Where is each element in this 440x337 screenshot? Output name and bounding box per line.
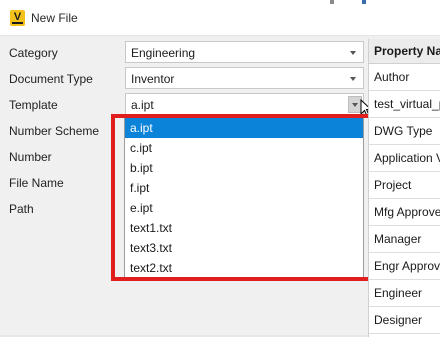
property-row[interactable]: Author [369,64,440,91]
app-icon-letter: V [13,11,22,23]
property-row[interactable]: Application V [369,145,440,172]
property-name-header[interactable]: Property Na [369,39,440,64]
category-select[interactable]: Engineering [125,41,364,63]
property-row[interactable]: DWG Type [369,118,440,145]
label-number-scheme: Number Scheme [9,124,100,138]
document-type-select[interactable]: Inventor [125,67,364,89]
chevron-down-icon[interactable] [347,73,359,85]
property-row[interactable]: test_virtual_p [369,91,440,118]
property-row[interactable]: Designer [369,307,440,334]
annotation-highlight-box [111,114,375,281]
label-document-type: Document Type [9,72,93,86]
property-row[interactable]: Project [369,172,440,199]
template-select[interactable]: a.ipt [125,93,364,115]
property-row[interactable]: Engr Approve [369,253,440,280]
chevron-down-icon[interactable] [347,47,359,59]
property-row[interactable]: Engineer [369,280,440,307]
title-bar-mark [330,0,380,4]
document-type-value: Inventor [131,72,175,86]
property-row[interactable]: Manager [369,226,440,253]
vault-app-icon: V [10,10,25,26]
label-category: Category [9,46,58,60]
label-path: Path [9,202,34,216]
window-title: New File [31,11,78,25]
template-value: a.ipt [131,98,154,112]
label-file-name: File Name [9,176,64,190]
label-template: Template [9,98,58,112]
category-value: Engineering [131,46,196,60]
label-number: Number [9,150,52,164]
property-row[interactable]: Mfg Approve [369,199,440,226]
properties-grid: Property Na Author test_virtual_p DWG Ty… [368,39,440,337]
title-bar: V New File [0,0,440,36]
